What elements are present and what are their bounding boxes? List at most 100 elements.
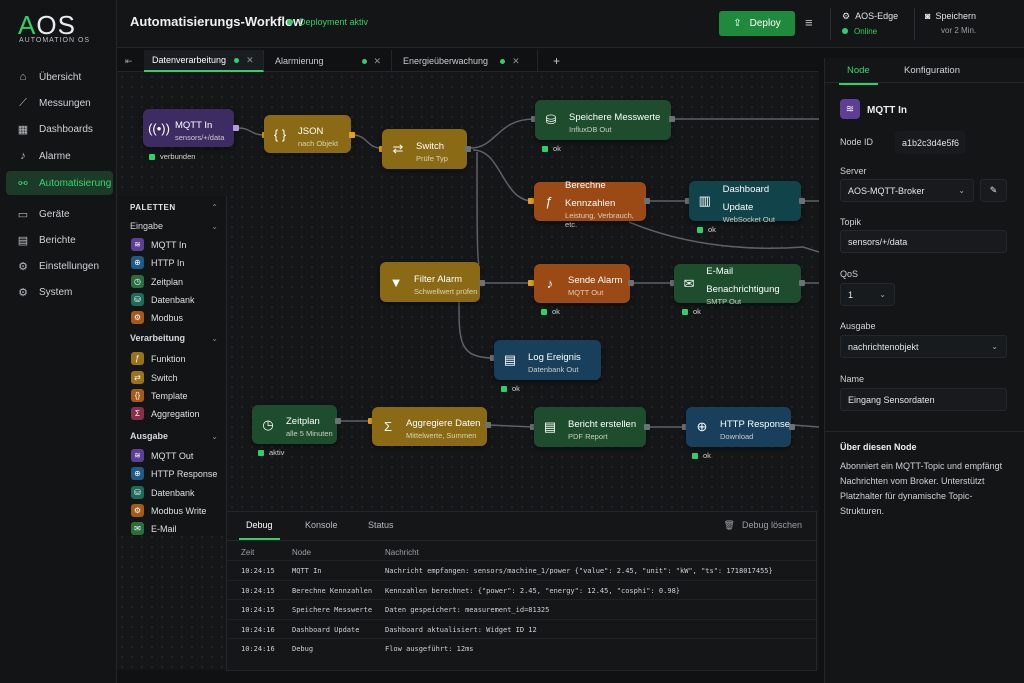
node-aggregiere-daten[interactable]: Σ Aggregiere Daten Mittelwerte, Summen [372, 407, 487, 446]
output-select[interactable]: nachrichtenobjekt ⌄ [840, 335, 1007, 358]
report-icon: ▤ [543, 419, 557, 434]
nav-item-alarme[interactable]: ♪ Alarme [6, 144, 113, 168]
tab-debug[interactable]: Debug [239, 520, 280, 540]
palette-item-http-response[interactable]: ⊕ HTTP Response [131, 467, 217, 480]
node-mqtt-in[interactable]: ((•)) MQTT In sensors/+/data [143, 109, 234, 147]
tab-status[interactable]: Status [368, 520, 394, 530]
menu-icon[interactable]: ≡ [805, 15, 813, 30]
workflow-tabs: ⇤ Datenverarbeitung ✕ Alarmierung ✕ Energi… [117, 49, 819, 72]
palette-group-ausgabe[interactable]: Ausgabe [130, 431, 168, 441]
chevron-down-icon[interactable]: ⌄ [211, 432, 218, 441]
node-speichere-messwerte[interactable]: ⛁ Speichere Messwerte InfluxDB Out [535, 100, 671, 140]
palette-item-datenbank-out[interactable]: ⛁ Datenbank [131, 486, 195, 499]
nav-item-berichte[interactable]: ▤ Berichte [6, 228, 113, 252]
close-icon[interactable]: ✕ [374, 56, 382, 67]
palette-item-mqtt-out[interactable]: ≋ MQTT Out [131, 449, 193, 462]
palette-group-eingabe[interactable]: Eingabe [130, 221, 163, 231]
debug-row[interactable]: 10:24:15 MQTT In Nachricht empfangen: sens… [227, 560, 816, 579]
chevron-down-icon: ⌄ [879, 290, 886, 299]
output-port[interactable] [789, 424, 795, 430]
braces-icon: { } [273, 126, 287, 142]
output-port[interactable] [669, 116, 675, 122]
node-zeitplan[interactable]: ◷ Zeitplan alle 5 Minuten [252, 405, 337, 444]
debug-row[interactable]: 10:24:16 Debug Flow ausgeführt: 12ms [227, 638, 816, 657]
nav-item-geraete[interactable]: ▭ Geräte [6, 202, 113, 226]
switch-icon: ⇄ [392, 141, 404, 156]
node-bericht-erstellen[interactable]: ▤ Bericht erstellen PDF Report [534, 407, 646, 447]
node-json[interactable]: { } JSON nach Objekt [264, 115, 351, 153]
palette-item-aggregation[interactable]: Σ Aggregation [131, 407, 200, 420]
palette-item-mqtt-in[interactable]: ≋ MQTT In [131, 238, 186, 251]
document-icon: ▤ [503, 352, 517, 367]
debug-row[interactable]: 10:24:16 Dashboard Update Dashboard aktual… [227, 619, 816, 638]
save-status[interactable]: ◙ Speichern vor 2 Min. [925, 11, 976, 35]
node-sende-alarm[interactable]: ♪ Sende Alarm MQTT Out [534, 264, 630, 303]
output-port[interactable] [799, 198, 805, 204]
output-port[interactable] [799, 280, 805, 286]
output-port[interactable] [479, 280, 485, 286]
palette-item-datenbank[interactable]: ⛁ Datenbank [131, 293, 195, 306]
debug-row[interactable]: 10:24:15 Berechne Kennzahlen Kennzahlen be… [227, 580, 816, 599]
edge-status[interactable]: ⚙ AOS-Edge Online [842, 11, 898, 36]
palette-item-modbus[interactable]: ⚙ Modbus [131, 311, 183, 324]
node-filter-alarm[interactable]: ▼ Filter Alarm Schwellwert prüfen [380, 262, 480, 302]
nav-item-einstellungen[interactable]: ⚙ Einstellungen [6, 254, 113, 278]
nav-item-automatisierung[interactable]: ⚯ Automatisierung [6, 171, 113, 195]
palette-item-template[interactable]: {} Template [131, 389, 188, 402]
palette-item-funktion[interactable]: ƒ Funktion [131, 352, 186, 365]
server-label: Server [840, 166, 867, 176]
nav-item-dashboards[interactable]: ▦ Dashboards [6, 117, 113, 141]
debug-row[interactable]: 10:24:15 Speichere Messwerte Daten gespeic… [227, 599, 816, 618]
node-berechne-kennzahlen[interactable]: ƒ Berechne Kennzahlen Leistung, Verbrauch,… [534, 180, 646, 229]
tab-energieueberwachung[interactable]: Energieüberwachung ✕ [395, 50, 538, 72]
output-port[interactable] [628, 280, 634, 286]
output-port[interactable] [349, 132, 355, 138]
deploy-button[interactable]: ⇪ Deploy [719, 11, 795, 36]
close-icon[interactable]: ✕ [246, 55, 254, 66]
palette-item-http-in[interactable]: ⊕ HTTP In [131, 256, 184, 269]
palette-item-email[interactable]: ✉ E-Mail [131, 522, 177, 535]
tab-konfiguration[interactable]: Konfiguration [904, 65, 960, 76]
output-port[interactable] [644, 424, 650, 430]
palette-panel: PALETTEN ⌃ Eingabe ⌄ ≋ MQTT In ⊕ HTTP In ◷… [119, 196, 227, 536]
page-title: Automatisierungs-Workflow [130, 14, 304, 29]
node-switch[interactable]: ⇄ Switch Prüfe Typ [382, 129, 467, 169]
qos-select[interactable]: 1 ⌄ [840, 283, 895, 306]
clear-debug-button[interactable]: 🗑 Debug löschen [724, 520, 802, 531]
palette-item-zeitplan[interactable]: ◷ Zeitplan [131, 275, 183, 288]
node-dashboard-update[interactable]: ▥ Dashboard Update WebSocket Out [689, 181, 801, 224]
node-http-response[interactable]: ⊕ HTTP Response Download [686, 407, 791, 447]
palette-item-switch[interactable]: ⇄ Switch [131, 371, 178, 384]
topic-input[interactable]: sensors/+/data [840, 230, 1007, 253]
name-input[interactable]: Eingang Sensordaten [840, 388, 1007, 411]
output-port[interactable] [233, 125, 239, 131]
chevron-down-icon[interactable]: ⌄ [211, 334, 218, 343]
broadcast-icon: ≋ [131, 449, 144, 462]
node-log-ereignis[interactable]: ▤ Log Ereignis Datenbank Out [494, 340, 601, 380]
node-email-benachrichtigung[interactable]: ✉ E-Mail Benachrichtigung SMTP Out [674, 264, 801, 306]
modbus-icon: ⚙ [131, 504, 144, 517]
palette-group-verarbeitung[interactable]: Verarbeitung [130, 333, 185, 343]
tab-datenverarbeitung[interactable]: Datenverarbeitung ✕ [144, 50, 264, 72]
qos-label: QoS [840, 269, 859, 279]
palette-item-modbus-write[interactable]: ⚙ Modbus Write [131, 504, 206, 517]
output-port[interactable] [335, 418, 341, 424]
nav-item-uebersicht[interactable]: ⌂ Übersicht [6, 65, 113, 89]
tab-konsole[interactable]: Konsole [305, 520, 338, 530]
braces-icon: {} [131, 389, 144, 402]
node-status: ok [697, 225, 716, 234]
nav-item-system[interactable]: ⚙ System [6, 280, 113, 304]
gear-icon: ⚙ [18, 260, 28, 273]
collapse-icon[interactable]: ⌃ [211, 203, 218, 212]
chevron-down-icon[interactable]: ⌄ [211, 222, 218, 231]
output-port[interactable] [485, 422, 491, 428]
close-icon[interactable]: ✕ [512, 56, 520, 67]
output-port[interactable] [465, 146, 471, 152]
server-select[interactable]: AOS-MQTT-Broker ⌄ [840, 179, 974, 202]
add-tab-icon[interactable]: + [545, 50, 565, 72]
output-port[interactable] [644, 198, 650, 204]
collapse-icon[interactable]: ⇤ [117, 50, 142, 72]
edit-server-button[interactable]: ✎ [980, 179, 1007, 202]
tab-alarmierung[interactable]: Alarmierung ✕ [267, 50, 392, 72]
nav-item-messungen[interactable]: ⟋ Messungen [6, 91, 113, 115]
